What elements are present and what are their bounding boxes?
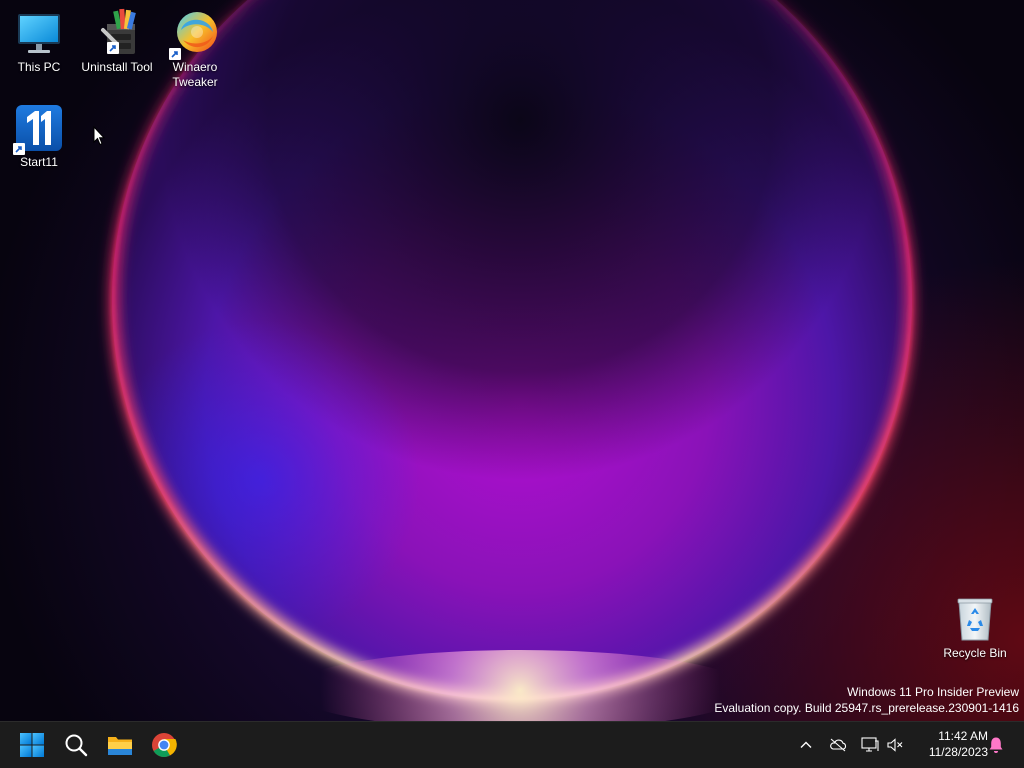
notifications-button[interactable] [986, 735, 1006, 755]
clock-time: 11:42 AM [938, 729, 988, 743]
desktop-icon-start11[interactable]: Start11 [0, 105, 78, 170]
onedrive-button[interactable] [828, 735, 848, 755]
start11-icon [13, 105, 63, 155]
bell-icon [989, 737, 1003, 753]
wallpaper [0, 0, 1024, 721]
shortcut-arrow-icon [169, 48, 181, 60]
desktop-icon-label: This PC [17, 60, 61, 74]
volume-button[interactable] [885, 735, 905, 755]
network-button[interactable] [860, 735, 880, 755]
shortcut-arrow-icon [107, 42, 119, 54]
network-icon [861, 737, 879, 752]
recycle-bin-icon [951, 596, 999, 644]
clock-date: 11/28/2023 [928, 745, 988, 759]
desktop-icon-label-line2: Tweaker [172, 75, 218, 89]
shortcut-arrow-icon [13, 143, 25, 155]
desktop[interactable]: This PC Uninstall Tool Winaero Tweaker S… [0, 0, 1024, 721]
desktop-icon-label: Start11 [20, 155, 58, 169]
desktop-icon-winaero-tweaker[interactable]: Winaero Tweaker [156, 10, 234, 90]
search-icon [65, 734, 88, 757]
monitor-icon [15, 10, 63, 58]
chrome-icon [152, 733, 177, 758]
clock[interactable]: 11:42 AM 11/28/2023 [929, 728, 988, 760]
watermark-edition: Windows 11 Pro Insider Preview [847, 685, 1019, 699]
desktop-icon-uninstall-tool[interactable]: Uninstall Tool [78, 6, 156, 75]
onedrive-icon [830, 738, 847, 752]
uninstall-tool-icon [93, 6, 141, 58]
desktop-icon-label: Recycle Bin [943, 646, 1007, 660]
winaero-tweaker-icon [169, 10, 219, 60]
evaluation-watermark: Windows 11 Pro Insider Preview Evaluatio… [714, 684, 1019, 716]
file-explorer-button[interactable] [100, 727, 140, 763]
chrome-button[interactable] [144, 727, 184, 763]
desktop-icon-label: Uninstall Tool [81, 60, 153, 74]
chevron-up-icon [800, 741, 812, 748]
start-button[interactable] [12, 727, 52, 763]
show-hidden-icons-button[interactable] [796, 735, 816, 755]
mouse-cursor-icon [93, 126, 105, 146]
desktop-icon-label-line1: Winaero [172, 60, 218, 74]
windows-logo-icon [20, 733, 44, 757]
volume-muted-icon [887, 738, 903, 752]
file-explorer-icon [108, 737, 132, 755]
taskbar: 11:42 AM 11/28/2023 [0, 721, 1024, 768]
watermark-build: Evaluation copy. Build 25947.rs_prerelea… [714, 701, 1019, 715]
desktop-icon-this-pc[interactable]: This PC [0, 10, 78, 75]
search-button[interactable] [56, 727, 96, 763]
desktop-icon-recycle-bin[interactable]: Recycle Bin [936, 596, 1014, 661]
